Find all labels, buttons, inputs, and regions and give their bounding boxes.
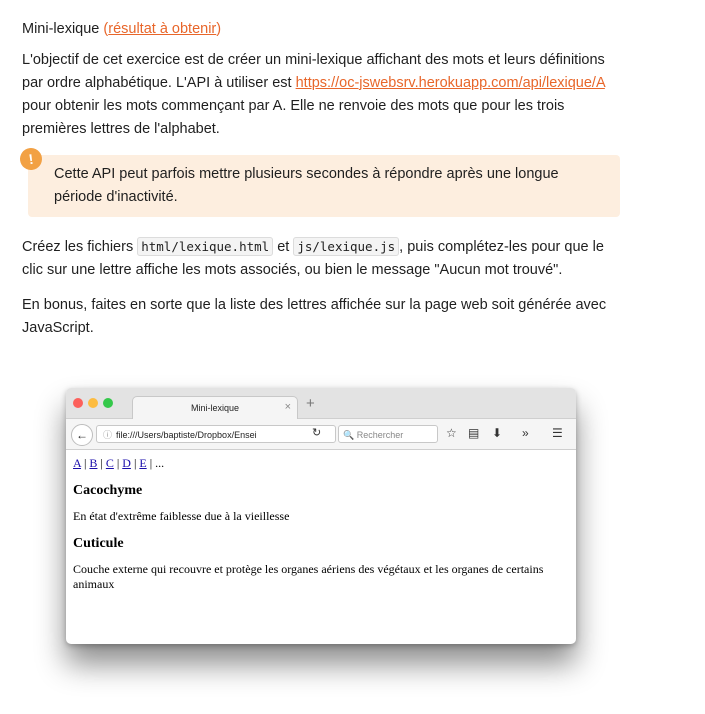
letter-link-a: A (73, 456, 82, 470)
intro-text-after: pour obtenir les mots commençant par A. … (22, 98, 565, 137)
letter-separator: | (113, 456, 123, 470)
reading-list-icon: ▤ (468, 426, 480, 440)
browser-tab: Mini-lexique × (132, 396, 298, 419)
browser-page: A | B | C | D | E | ... Cacochyme En éta… (66, 450, 576, 606)
word-definition: En état d'extrême faiblesse due à la vie… (73, 509, 290, 523)
exercise-title: Mini-lexique (22, 21, 100, 37)
letter-link-e: E (139, 456, 147, 470)
code-html-file: html/lexique.html (137, 237, 274, 256)
instructions-text-1: Créez les fichiers (22, 239, 138, 255)
browser-titlebar: Mini-lexique × + (66, 388, 576, 419)
bonus-paragraph: En bonus, faites en sorte que la liste d… (22, 297, 607, 336)
tab-title: Mini-lexique (190, 403, 240, 413)
info-icon: ⓘ (103, 430, 113, 440)
letter-list: A | B | C | D | E | ... (73, 456, 569, 471)
letter-link-d: D (122, 456, 131, 470)
url-bar: ⓘ file:///Users/baptiste/Dropbox/Ensei (96, 425, 336, 443)
url-text: file:///Users/baptiste/Dropbox/Ensei (116, 430, 257, 440)
overflow-icon: » (522, 426, 529, 440)
minimize-dot-icon (88, 398, 98, 408)
instructions-paragraph: Créez les fichiers html/lexique.html et … (22, 235, 622, 282)
reload-icon: ↻ (312, 427, 322, 439)
api-link[interactable]: https://oc-jswebsrv.herokuapp.com/api/le… (296, 75, 605, 91)
zoom-dot-icon (103, 398, 113, 408)
paren-close: ) (216, 21, 222, 37)
back-arrow-icon: ← (71, 424, 93, 446)
instructions-text-2: et (273, 239, 294, 255)
search-bar: 🔍 Rechercher (338, 425, 438, 443)
bookmark-star-icon: ☆ (446, 426, 457, 440)
download-icon: ⬇ (492, 426, 503, 440)
intro-paragraph: L'objectif de cet exercice est de créer … (22, 49, 622, 141)
word-title: Cuticule (73, 536, 124, 551)
code-js-file: js/lexique.js (293, 237, 400, 256)
tab-close-icon: × (284, 401, 291, 413)
exercise-content: Mini-lexique (résultat à obtenir) L'obje… (18, 18, 622, 352)
result-link[interactable]: résultat à obtenir (108, 21, 216, 37)
word-definition: Couche externe qui recouvre et protège l… (73, 562, 544, 591)
word-title: Cacochyme (73, 483, 143, 498)
browser-toolbar: ← ⓘ file:///Users/baptiste/Dropbox/Ensei … (66, 419, 576, 450)
exercise-heading: Mini-lexique (résultat à obtenir) (22, 18, 622, 41)
letter-separator: | (97, 456, 106, 470)
new-tab-icon: + (306, 395, 315, 412)
close-dot-icon (73, 398, 83, 408)
result-screenshot: Mini-lexique × + ← ⓘ file:///Users/baptis… (66, 388, 576, 644)
letter-link-c: C (105, 456, 114, 470)
search-placeholder: Rechercher (356, 430, 404, 440)
letter-ellipsis: | ... (146, 456, 165, 470)
warning-text: Cette API peut parfois mettre plusieurs … (54, 166, 559, 205)
warning-icon: ! (18, 146, 44, 172)
warning-box: ! Cette API peut parfois mettre plusieur… (18, 146, 620, 217)
search-icon: 🔍 (343, 430, 355, 440)
menu-icon: ☰ (552, 426, 563, 440)
